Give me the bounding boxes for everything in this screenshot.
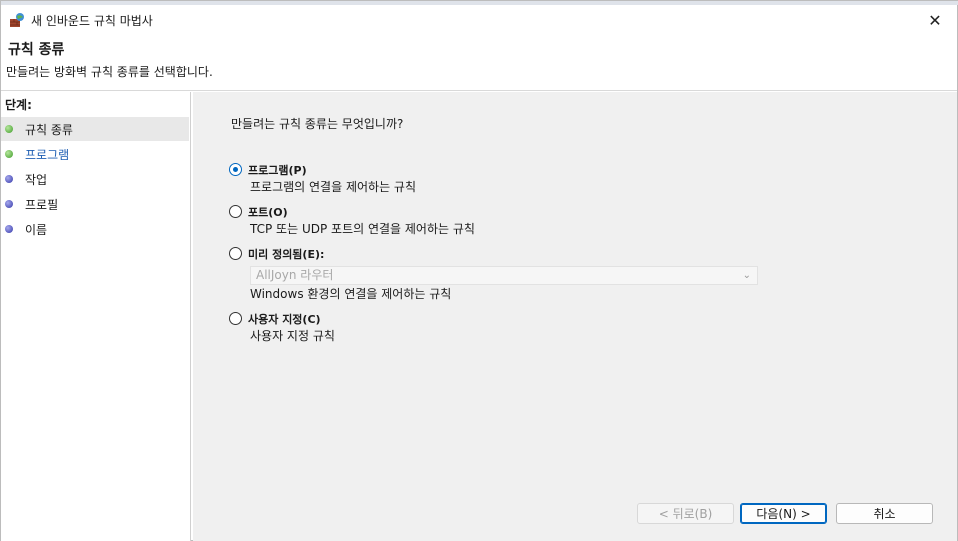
step-label: 작업 xyxy=(25,172,48,187)
option-description: 사용자 지정 규칙 xyxy=(250,329,335,343)
cancel-button[interactable]: 취소 xyxy=(836,503,933,524)
step-item-profile: 프로필 xyxy=(1,192,189,216)
chevron-down-icon: ⌄ xyxy=(742,270,751,281)
predefined-select-value: AllJoyn 라우터 xyxy=(256,268,334,282)
predefined-rule-select[interactable]: AllJoyn 라우터 ⌄ xyxy=(250,266,758,285)
step-done-icon xyxy=(5,125,13,133)
step-done-icon xyxy=(5,150,13,158)
close-icon: ✕ xyxy=(928,10,942,30)
step-item-action: 작업 xyxy=(1,167,189,191)
wizard-header: 규칙 종류 만들려는 방화벽 규칙 종류를 선택합니다. xyxy=(1,35,957,91)
step-label: 프로필 xyxy=(25,197,59,212)
option-label[interactable]: 미리 정의됨(E): xyxy=(248,246,324,262)
option-label[interactable]: 사용자 지정(C) xyxy=(248,311,321,327)
predefined-radio[interactable] xyxy=(229,247,242,260)
step-label: 규칙 종류 xyxy=(25,122,73,137)
main-panel: 만들려는 규칙 종류는 무엇입니까? 프로그램(P) 프로그램의 연결을 제어하… xyxy=(193,92,957,541)
title-bar[interactable]: 새 인바운드 규칙 마법사 ✕ xyxy=(1,5,957,35)
close-button[interactable]: ✕ xyxy=(913,5,957,35)
step-pending-icon xyxy=(5,225,13,233)
step-item-name: 이름 xyxy=(1,217,189,241)
back-button[interactable]: < 뒤로(B) xyxy=(637,503,734,524)
step-pending-icon xyxy=(5,175,13,183)
next-button[interactable]: 다음(N) > xyxy=(740,503,827,524)
steps-title: 단계: xyxy=(5,98,32,112)
steps-panel: 단계: 규칙 종류 프로그램 작업 프로필 이름 xyxy=(1,92,191,541)
window-title: 새 인바운드 규칙 마법사 xyxy=(31,13,153,28)
page-description: 만들려는 방화벽 규칙 종류를 선택합니다. xyxy=(6,65,213,79)
wizard-window: 새 인바운드 규칙 마법사 ✕ 규칙 종류 만들려는 방화벽 규칙 종류를 선택… xyxy=(0,0,958,541)
step-item-rule-type[interactable]: 규칙 종류 xyxy=(1,117,189,141)
step-pending-icon xyxy=(5,200,13,208)
step-label: 프로그램 xyxy=(25,147,70,162)
page-title: 규칙 종류 xyxy=(8,42,65,58)
firewall-icon xyxy=(10,13,24,27)
step-label: 이름 xyxy=(25,222,48,237)
port-radio[interactable] xyxy=(229,205,242,218)
custom-radio[interactable] xyxy=(229,312,242,325)
option-label[interactable]: 프로그램(P) xyxy=(248,162,307,178)
step-item-program[interactable]: 프로그램 xyxy=(1,142,189,166)
program-radio[interactable] xyxy=(229,163,242,176)
option-description: TCP 또는 UDP 포트의 연결을 제어하는 규칙 xyxy=(250,222,475,236)
option-description: 프로그램의 연결을 제어하는 규칙 xyxy=(250,180,417,194)
rule-type-question: 만들려는 규칙 종류는 무엇입니까? xyxy=(231,117,404,131)
scrollbar[interactable] xyxy=(949,92,957,541)
option-label[interactable]: 포트(O) xyxy=(248,204,288,220)
option-description: Windows 환경의 연결을 제어하는 규칙 xyxy=(250,287,452,301)
